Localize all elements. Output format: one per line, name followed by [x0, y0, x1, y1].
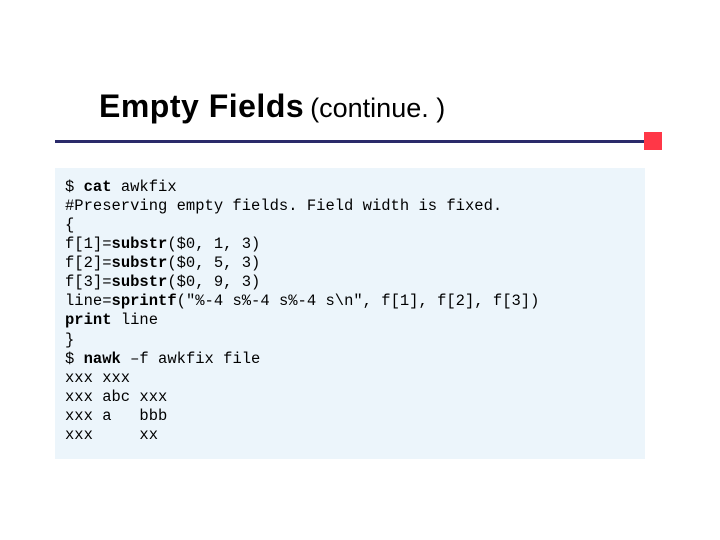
code-line: print line [65, 311, 158, 329]
code-line: f[2]=substr($0, 5, 3) [65, 254, 260, 272]
code-line: xxx xx [65, 426, 158, 444]
code-line: #Preserving empty fields. Field width is… [65, 197, 502, 215]
slide-title: Empty Fields (continue. ) [99, 88, 659, 125]
code-line: f[3]=substr($0, 9, 3) [65, 273, 260, 291]
code-line: $ nawk –f awkfix file [65, 350, 260, 368]
title-main: Empty Fields [99, 88, 304, 125]
code-line: { [65, 216, 74, 234]
code-line: f[1]=substr($0, 1, 3) [65, 235, 260, 253]
title-rule [55, 140, 644, 143]
code-line: line=sprintf("%-4 s%-4 s%-4 s\n", f[1], … [65, 292, 539, 310]
code-line: } [65, 331, 74, 349]
code-line: xxx a bbb [65, 407, 167, 425]
code-line: xxx abc xxx [65, 388, 167, 406]
accent-square [644, 132, 662, 150]
code-line: $ cat awkfix [65, 178, 177, 196]
title-cont: (continue. ) [310, 93, 445, 124]
code-block: $ cat awkfix #Preserving empty fields. F… [55, 168, 645, 459]
code-line: xxx xxx [65, 369, 130, 387]
